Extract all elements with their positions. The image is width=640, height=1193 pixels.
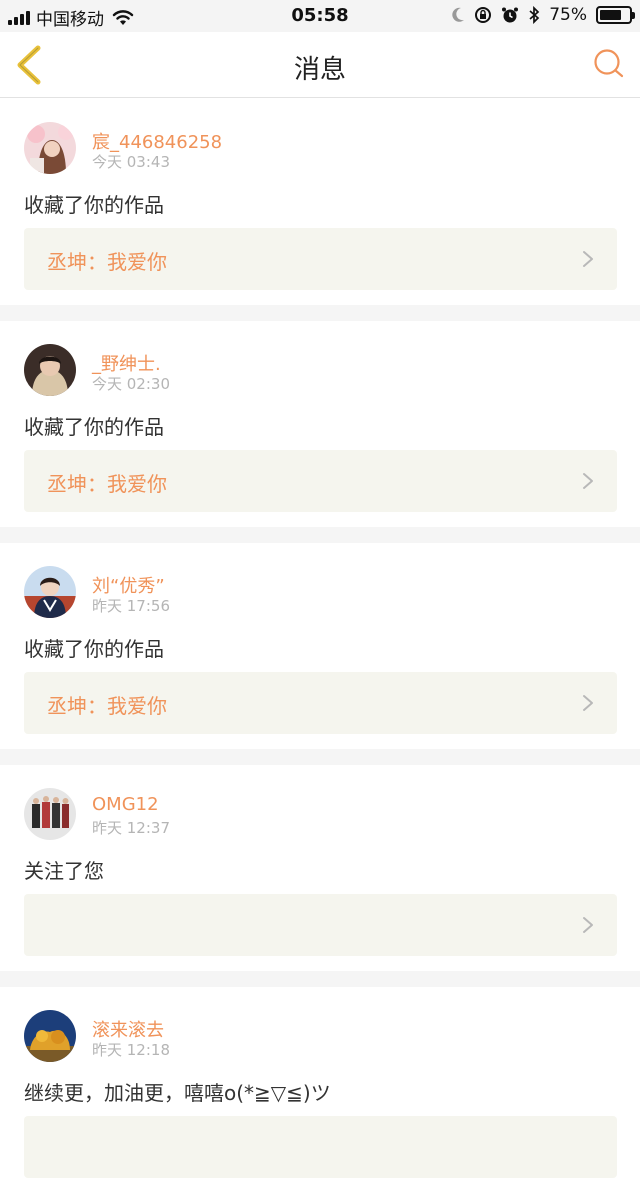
search-icon	[594, 49, 624, 78]
user-link[interactable]	[24, 894, 617, 956]
page-title: 消息	[293, 55, 346, 85]
message-card: OMG12 昨天 12:37 关注了您	[0, 765, 640, 971]
avatar[interactable]	[24, 344, 76, 396]
battery-percent: 75%	[549, 5, 587, 25]
work-title: 丞坤：我爱你	[47, 472, 167, 496]
work-title: 丞坤：我爱你	[47, 694, 167, 718]
timestamp: 昨天 17:56	[92, 597, 170, 615]
username[interactable]: OMG12	[92, 794, 159, 815]
battery-fill	[600, 10, 621, 20]
separator	[0, 527, 640, 543]
chevron-right-icon	[583, 251, 593, 267]
message-feed: 宸_446846258 今天 03:43 收藏了你的作品 丞坤：我爱你 _野绅士…	[0, 99, 640, 1193]
work-link[interactable]: 丞坤：我爱你	[24, 228, 617, 290]
status-bar: 中国移动 05:58 75%	[0, 0, 640, 32]
work-link[interactable]: 丞坤：我爱你	[24, 450, 617, 512]
timestamp: 今天 02:30	[92, 375, 170, 393]
search-button[interactable]	[592, 47, 626, 81]
avatar[interactable]	[24, 1010, 76, 1062]
moon-icon	[452, 7, 465, 22]
separator	[0, 971, 640, 987]
chevron-right-icon	[583, 695, 593, 711]
work-link[interactable]	[24, 1116, 617, 1178]
message-card: 滚来滚去 昨天 12:18 继续更，加油更，嘻嘻o(*≧▽≦)ツ	[0, 987, 640, 1193]
battery-icon	[596, 6, 635, 24]
separator	[0, 749, 640, 765]
message-text: 关注了您	[24, 859, 104, 883]
timestamp: 昨天 12:18	[92, 1041, 170, 1059]
message-card: 宸_446846258 今天 03:43 收藏了你的作品 丞坤：我爱你	[0, 99, 640, 305]
work-title: 丞坤：我爱你	[47, 250, 167, 274]
message-text: 继续更，加油更，嘻嘻o(*≧▽≦)ツ	[24, 1081, 331, 1105]
message-text: 收藏了你的作品	[24, 637, 164, 661]
separator	[0, 305, 640, 321]
status-right: 75%	[451, 5, 635, 25]
work-link[interactable]: 丞坤：我爱你	[24, 672, 617, 734]
avatar[interactable]	[24, 788, 76, 840]
message-card: 刘“优秀” 昨天 17:56 收藏了你的作品 丞坤：我爱你	[0, 543, 640, 749]
message-text: 收藏了你的作品	[24, 415, 164, 439]
timestamp: 今天 03:43	[92, 153, 170, 171]
chevron-right-icon	[583, 473, 593, 489]
avatar[interactable]	[24, 122, 76, 174]
timestamp: 昨天 12:37	[92, 819, 170, 837]
message-text: 收藏了你的作品	[24, 193, 164, 217]
nav-bar: 消息	[0, 32, 640, 98]
avatar[interactable]	[24, 566, 76, 618]
rotation-lock-icon	[475, 7, 492, 23]
chevron-right-icon	[583, 917, 593, 933]
bluetooth-icon	[529, 6, 540, 24]
message-card: _野绅士. 今天 02:30 收藏了你的作品 丞坤：我爱你	[0, 321, 640, 527]
alarm-icon	[502, 7, 519, 23]
